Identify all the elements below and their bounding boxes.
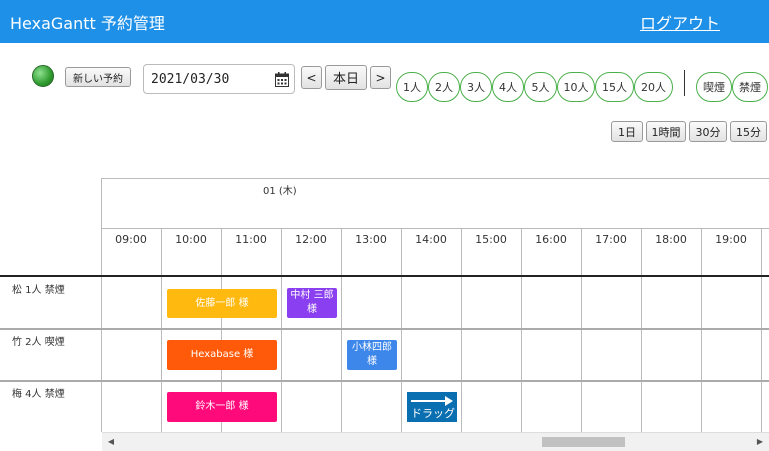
party-size-3-button[interactable]: 3人 [460,72,492,102]
non-smoking-filter-button[interactable]: 禁煙 [732,72,768,102]
drag-handle[interactable]: ドラッグ [407,392,457,422]
horizontal-scrollbar[interactable]: ◀ ▶ [102,432,769,451]
grid-line [701,228,702,432]
today-button[interactable]: 本日 [325,65,367,90]
row-label-matsu: 松 1人 禁煙 [12,285,65,296]
toolbar-divider [684,70,685,96]
grid-line [101,228,769,229]
party-size-10-button[interactable]: 10人 [557,72,595,102]
calendar-icon[interactable] [275,72,289,87]
hour-label: 18:00 [655,233,687,246]
grid-line [461,228,462,432]
logout-link[interactable]: ログアウト [640,10,720,34]
app-header: HexaGantt 予約管理 ログアウト [0,0,769,43]
scrollbar-thumb[interactable] [542,437,625,447]
zoom-1day-button[interactable]: 1日 [611,121,643,142]
grid-line [641,228,642,432]
party-size-15-button[interactable]: 15人 [595,72,634,102]
hour-label: 19:00 [715,233,747,246]
status-indicator-icon [32,65,54,87]
hour-label: 11:00 [235,233,267,246]
party-size-2-button[interactable]: 2人 [428,72,460,102]
next-day-button[interactable]: > [370,66,391,89]
new-booking-button[interactable]: 新しい予約 [65,67,131,87]
party-size-1-button[interactable]: 1人 [396,72,428,102]
party-size-4-button[interactable]: 4人 [492,72,524,102]
party-size-5-button[interactable]: 5人 [524,72,557,102]
hour-label: 09:00 [115,233,147,246]
hour-label: 12:00 [295,233,327,246]
hour-label: 15:00 [475,233,507,246]
row-divider [0,328,769,330]
booking-block[interactable]: 鈴木一郎 様 [167,392,277,422]
grid-line [401,228,402,432]
grid-line [101,178,769,179]
grid-line [341,228,342,432]
row-divider [0,380,769,382]
hour-label: 16:00 [535,233,567,246]
hour-label: 17:00 [595,233,627,246]
drag-label: ドラッグ [411,407,455,420]
booking-block[interactable]: 中村 三郎 様 [287,288,337,318]
grid-line [581,228,582,432]
grid-line [281,228,282,432]
hour-label: 14:00 [415,233,447,246]
party-size-20-button[interactable]: 20人 [634,72,673,102]
grid-line [761,228,762,432]
hour-label: 13:00 [355,233,387,246]
grid-line [521,228,522,432]
booking-block[interactable]: 小林四郎 様 [347,340,397,370]
day-label: 01 (木) [263,186,297,197]
booking-block[interactable]: 佐藤一郎 様 [167,289,277,318]
grid-line [161,228,162,432]
gantt-chart: 01 (木) 09:00 10:00 11:00 12:00 13:00 14:… [0,178,769,451]
header-divider [0,275,769,277]
hour-label: 10:00 [175,233,207,246]
scroll-right-icon[interactable]: ▶ [755,437,765,447]
zoom-15min-button[interactable]: 15分 [730,121,767,142]
grid-line [101,178,102,432]
row-label-take: 竹 2人 喫煙 [12,337,65,348]
date-value: 2021/03/30 [151,71,230,87]
app-title: HexaGantt 予約管理 [10,14,165,33]
zoom-1hour-button[interactable]: 1時間 [646,121,686,142]
date-field[interactable]: 2021/03/30 [143,64,295,94]
row-label-ume: 梅 4人 禁煙 [12,389,65,400]
booking-block[interactable]: Hexabase 様 [167,340,277,370]
scroll-left-icon[interactable]: ◀ [106,437,116,447]
smoking-filter-button[interactable]: 喫煙 [696,72,732,102]
prev-day-button[interactable]: < [301,66,322,89]
zoom-30min-button[interactable]: 30分 [689,121,727,142]
